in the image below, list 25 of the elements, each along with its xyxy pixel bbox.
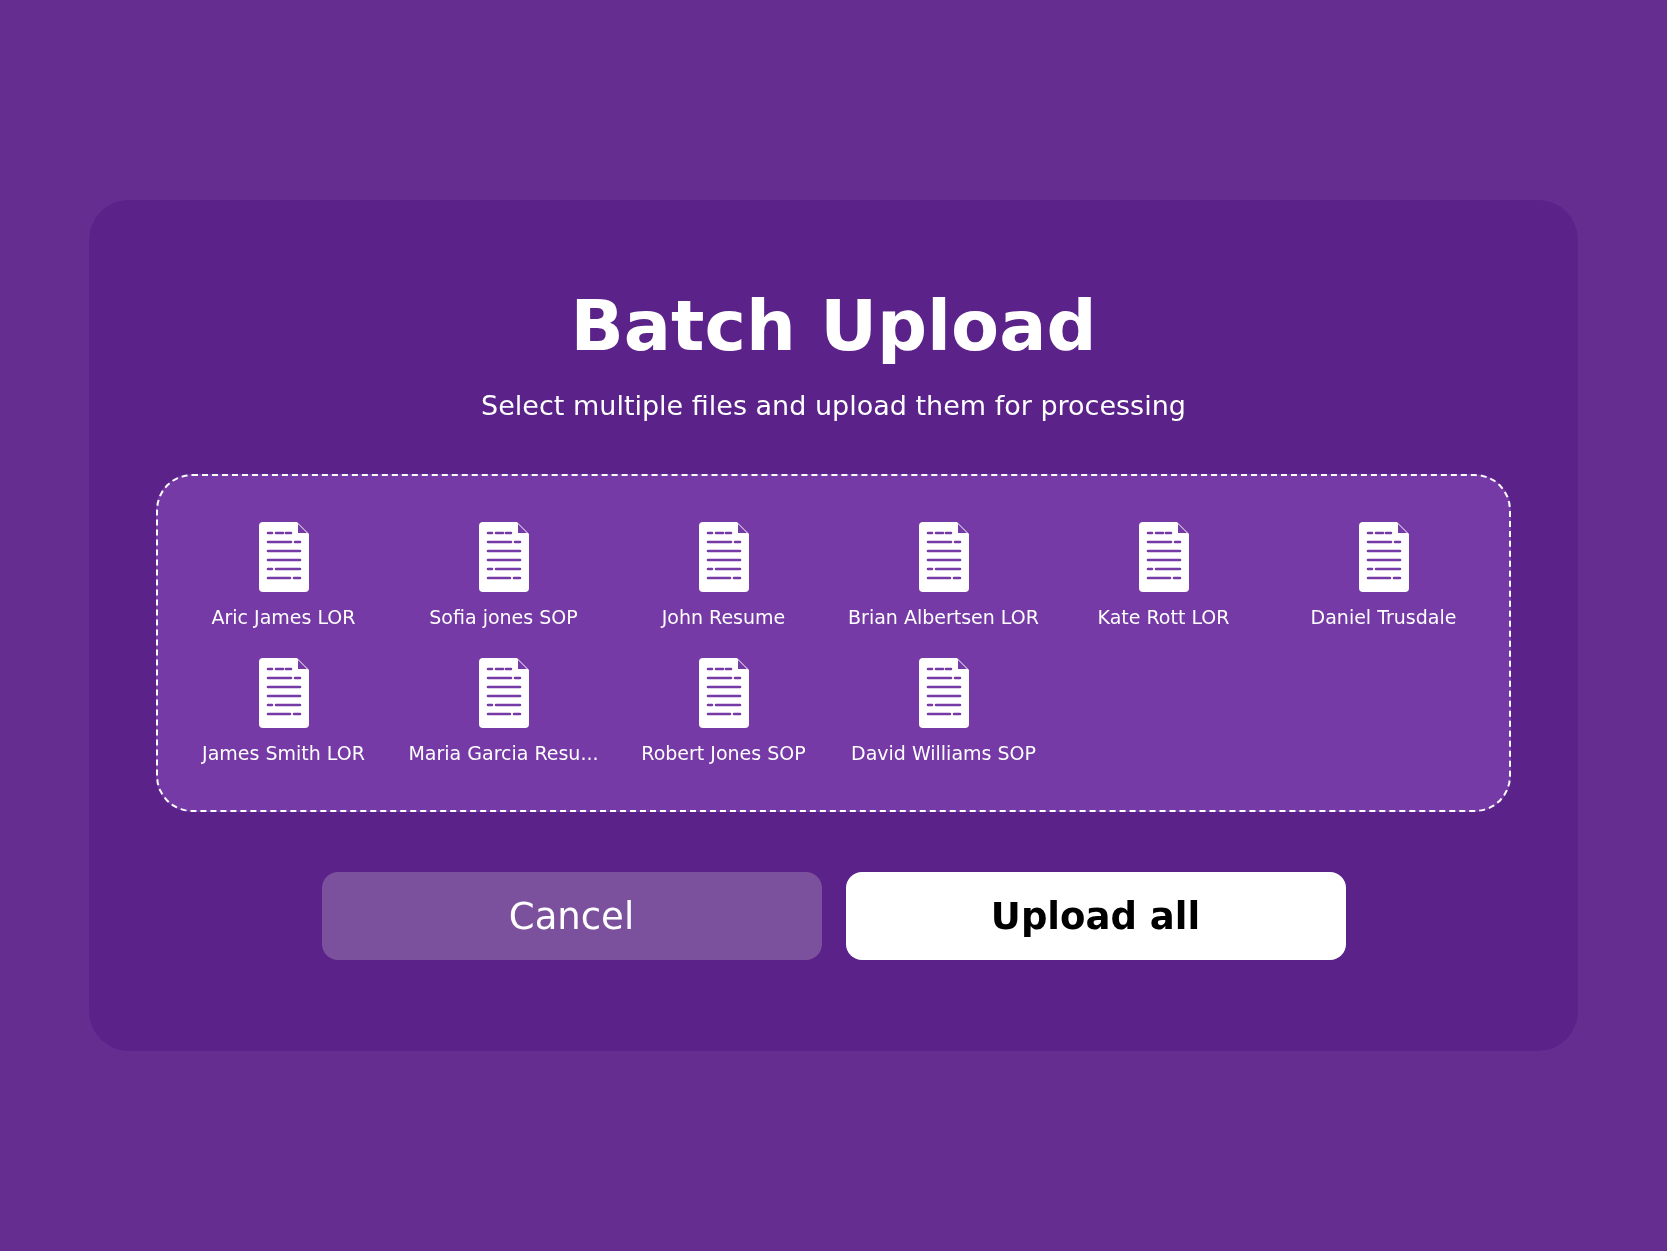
- document-icon[interactable]: [698, 522, 749, 592]
- document-icon[interactable]: [918, 658, 969, 728]
- document-icon[interactable]: [1138, 522, 1189, 592]
- file-name: Robert Jones SOP: [641, 741, 806, 766]
- file-name: James Smith LOR: [202, 741, 365, 766]
- drop-zone[interactable]: Aric James LOR Sofia jones SOP John Resume Brian Albertsen LOR Kate Rott LOR Daniel Trusdale James Smith LOR Maria Garcia Resu... Robert Jones SOP David Williams SOP: [156, 474, 1511, 812]
- document-icon[interactable]: [918, 522, 969, 592]
- upload-button[interactable]: Upload all: [845, 872, 1346, 960]
- document-icon[interactable]: [258, 658, 309, 728]
- file-name: Maria Garcia Resu...: [408, 741, 599, 766]
- document-icon[interactable]: [258, 522, 309, 592]
- file-name: Daniel Trusdale: [1310, 605, 1457, 630]
- file-name: David Williams SOP: [851, 741, 1036, 766]
- dialog-subtitle: Select multiple files and upload them for processing: [481, 389, 1186, 423]
- file-name: John Resume: [661, 605, 786, 630]
- document-icon[interactable]: [478, 522, 529, 592]
- file-name: Brian Albertsen LOR: [848, 605, 1039, 630]
- file-name: Aric James LOR: [211, 605, 356, 630]
- dialog-title: Batch Upload: [570, 284, 1097, 369]
- file-name: Sofia jones SOP: [429, 605, 578, 630]
- document-icon[interactable]: [478, 658, 529, 728]
- document-icon[interactable]: [1358, 522, 1409, 592]
- cancel-button[interactable]: Cancel: [321, 872, 822, 960]
- document-icon[interactable]: [698, 658, 749, 728]
- file-name: Kate Rott LOR: [1097, 605, 1230, 630]
